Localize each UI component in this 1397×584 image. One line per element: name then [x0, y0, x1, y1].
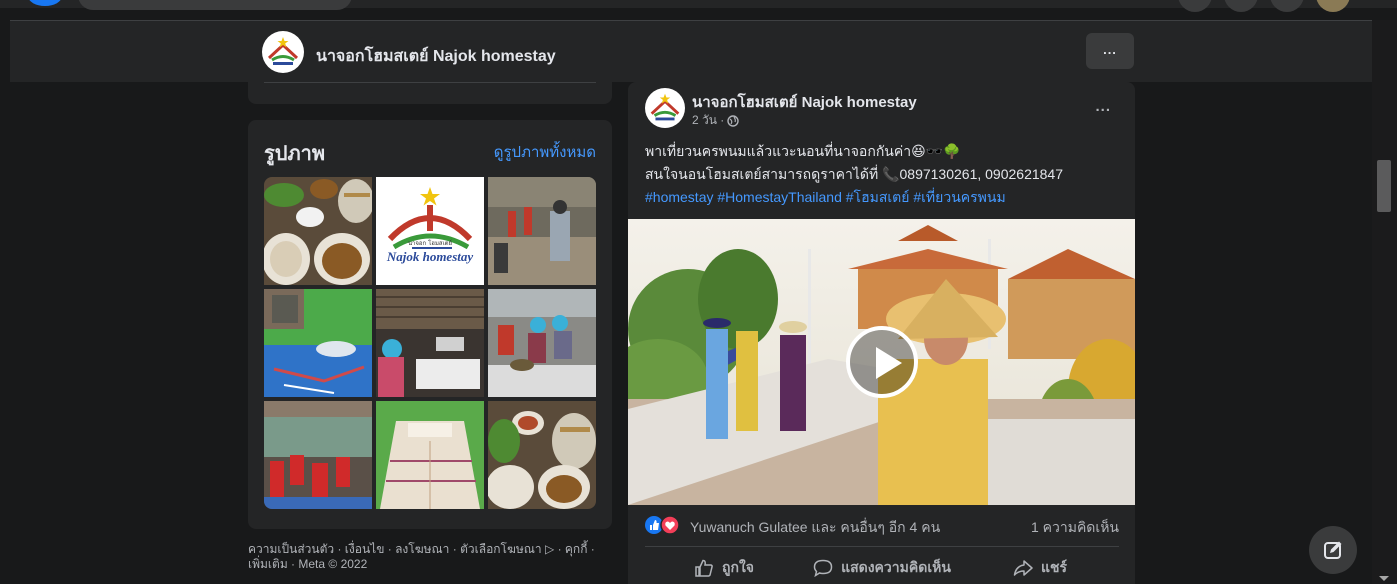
footer-line-1[interactable]: ความเป็นส่วนตัว · เงื่อนไข · ลงโฆษณา · ต… [248, 542, 620, 557]
thumbs-up-icon [695, 559, 713, 577]
logo-text: Najok homestay [386, 249, 474, 264]
photo-grid: นาจอก โฮมสเตย์ Najok homestay [264, 177, 596, 509]
logo-small-text: นาจอก โฮมสเตย์ [408, 239, 452, 247]
account-avatar[interactable] [1316, 0, 1350, 12]
top-navigation-bar [0, 0, 1397, 12]
reactions-names[interactable]: Yuwanuch Gulatee และ คนอื่นๆ อีก 4 คน [690, 517, 940, 539]
photo-thumbnail-kitchen[interactable] [376, 289, 484, 397]
post-text-line-2: สนใจนอนโฮมสเตย์สามารถดูราคาได้ที่ 📞08971… [645, 166, 1063, 182]
post-timestamp[interactable]: 2 วัน · [692, 111, 724, 130]
comment-label: แสดงความคิดเห็น [841, 559, 951, 575]
page-avatar[interactable] [262, 31, 304, 73]
play-icon [876, 347, 902, 379]
globe-icon [727, 114, 739, 127]
divider [264, 82, 596, 83]
reactions-summary: Yuwanuch Gulatee และ คนอื่นๆ อีก 4 คน 1 … [645, 514, 1119, 536]
share-label: แชร์ [1040, 559, 1068, 575]
post-video[interactable] [628, 219, 1135, 505]
scrollbar[interactable] [1372, 20, 1397, 584]
post-hashtags[interactable]: #homestay #HomestayThailand #โฮมสเตย์ #เ… [645, 186, 1125, 209]
post-card: นาจอกโฮมสเตย์ Najok homestay 2 วัน · ...… [628, 82, 1135, 584]
share-button[interactable]: แชร์ [961, 552, 1119, 584]
photos-card: รูปภาพ ดูรูปภาพทั้งหมด นาจอก โฮมสเตย์ Na… [248, 120, 612, 529]
like-label: ถูกใจ [722, 559, 754, 575]
scroll-down-arrow-icon[interactable] [1379, 576, 1389, 581]
post-author-avatar[interactable] [645, 88, 685, 128]
play-button[interactable] [846, 326, 918, 398]
photo-thumbnail-bed[interactable] [376, 401, 484, 509]
messenger-icon[interactable] [1224, 0, 1258, 12]
photos-title: รูปภาพ [264, 143, 326, 165]
compose-icon [1324, 541, 1342, 559]
notifications-icon[interactable] [1270, 0, 1304, 12]
comment-button[interactable]: แสดงความคิดเห็น [803, 552, 961, 584]
footer-links: ความเป็นส่วนตัว · เงื่อนไข · ลงโฆษณา · ต… [248, 542, 620, 572]
new-message-button[interactable] [1309, 526, 1357, 574]
photo-thumbnail-cooking[interactable] [488, 289, 596, 397]
see-all-photos-link[interactable]: ดูรูปภาพทั้งหมด [494, 140, 596, 164]
post-text-line-1: พาเที่ยวนครพนมแล้วแวะนอนที่นาจอกกันค่า😆🕶… [645, 143, 961, 159]
footer-line-2[interactable]: เพิ่มเติม · Meta © 2022 [248, 557, 620, 572]
search-input[interactable] [78, 0, 352, 10]
photo-thumbnail-bedroom[interactable] [264, 289, 372, 397]
photo-thumbnail-logo[interactable]: นาจอก โฮมสเตย์ Najok homestay [376, 177, 484, 285]
photo-thumbnail-meal[interactable] [488, 401, 596, 509]
post-more-button[interactable]: ... [1095, 98, 1111, 115]
post-text: พาเที่ยวนครพนมแล้วแวะนอนที่นาจอกกันค่า😆🕶… [645, 140, 1125, 209]
page-more-button[interactable]: ... [1086, 33, 1134, 69]
reaction-icons[interactable] [645, 516, 683, 534]
post-meta: 2 วัน · [692, 111, 739, 130]
facebook-logo-icon[interactable] [28, 0, 62, 6]
scrollbar-thumb[interactable] [1377, 160, 1391, 212]
comments-count[interactable]: 1 ความคิดเห็น [1031, 517, 1119, 539]
comment-icon [813, 559, 833, 577]
post-actions: ถูกใจ แสดงความคิดเห็น แชร์ [645, 552, 1119, 584]
menu-icon[interactable] [1178, 0, 1212, 12]
page-title[interactable]: นาจอกโฮมสเตย์ Najok homestay [316, 44, 556, 69]
photo-thumbnail-dancing[interactable] [488, 177, 596, 285]
actions-divider [645, 546, 1119, 547]
intro-card-bottom [248, 82, 612, 104]
photo-thumbnail-food[interactable] [264, 177, 372, 285]
photo-thumbnail-gathering[interactable] [264, 401, 372, 509]
page-sticky-header: นาจอกโฮมสเตย์ Najok homestay ... [10, 20, 1372, 82]
share-icon [1013, 560, 1033, 576]
like-button[interactable]: ถูกใจ [645, 552, 803, 584]
